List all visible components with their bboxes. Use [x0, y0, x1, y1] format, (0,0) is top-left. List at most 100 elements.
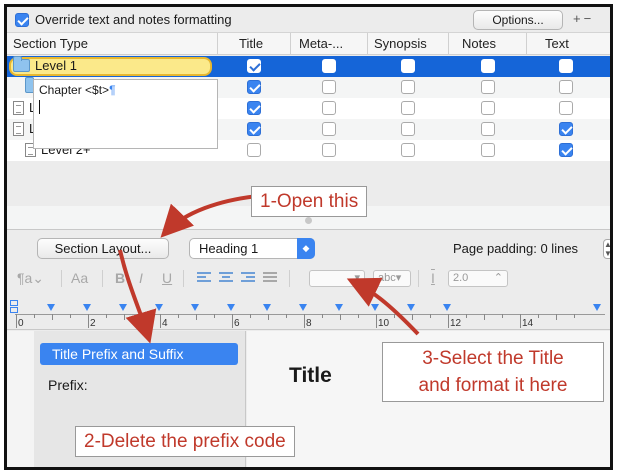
- indent-marker-icon[interactable]: [10, 300, 20, 314]
- ruler-major-tick: [232, 314, 233, 328]
- checkbox-unchecked-icon[interactable]: [559, 101, 573, 115]
- line-spacing-stepper[interactable]: 2.0 ⌃: [448, 270, 508, 287]
- ruler-label: 12: [450, 318, 462, 329]
- checkbox-unchecked-icon[interactable]: [481, 143, 495, 157]
- ruler-label: 8: [306, 318, 312, 329]
- page-padding-stepper[interactable]: ▲ ▼: [603, 239, 610, 259]
- italic-button[interactable]: I: [139, 270, 143, 286]
- checkbox-unchecked-icon[interactable]: [322, 122, 336, 136]
- checkbox-unchecked-icon[interactable]: [401, 101, 415, 115]
- checkbox-unchecked-icon[interactable]: [481, 80, 495, 94]
- checkbox-unchecked-icon[interactable]: [322, 59, 336, 73]
- col-meta[interactable]: Meta-...: [299, 36, 343, 51]
- checkbox-checked-icon[interactable]: [15, 12, 29, 27]
- ruler-minor-tick: [142, 314, 143, 318]
- tab-stop-icon[interactable]: [263, 304, 271, 311]
- title-preview-text[interactable]: Title: [289, 364, 332, 388]
- bold-button[interactable]: B: [115, 270, 125, 286]
- splitter-handle[interactable]: [305, 217, 312, 224]
- tab-stop-icon[interactable]: [407, 304, 415, 311]
- checkbox-checked-icon[interactable]: [247, 80, 261, 94]
- ruler-major-tick: [88, 314, 89, 328]
- ruler-minor-tick: [412, 314, 413, 320]
- col-synopsis[interactable]: Synopsis: [374, 36, 427, 51]
- tab-stop-icon[interactable]: [119, 304, 127, 311]
- table-row[interactable]: Level 1: [7, 56, 610, 77]
- col-text[interactable]: Text: [545, 36, 569, 51]
- ruler-major-tick: [160, 314, 161, 328]
- column-divider: [367, 33, 368, 55]
- ruler-label: 4: [162, 318, 168, 329]
- prefix-textarea[interactable]: Chapter <$t>¶: [33, 79, 218, 149]
- text-color-select[interactable]: ▾: [309, 270, 365, 287]
- override-formatting-checkbox[interactable]: Override text and notes formatting: [15, 12, 232, 27]
- options-button[interactable]: Options...: [473, 10, 563, 30]
- tab-stop-icon[interactable]: [155, 304, 163, 311]
- ruler-minor-tick: [502, 314, 503, 318]
- tab-stop-icon[interactable]: [227, 304, 235, 311]
- align-right-icon[interactable]: [241, 272, 255, 284]
- line-spacing-icon: I: [431, 270, 435, 286]
- checkbox-unchecked-icon[interactable]: [481, 122, 495, 136]
- align-left-icon[interactable]: [197, 272, 211, 284]
- checkbox-unchecked-icon[interactable]: [481, 59, 495, 73]
- section-type-text: Level 1: [35, 58, 77, 73]
- checkbox-checked-icon[interactable]: [247, 59, 261, 73]
- font-panel-icon[interactable]: Aa: [71, 270, 88, 286]
- callout-step-3: 3-Select the Title and format it here: [382, 342, 604, 402]
- page-padding-label: Page padding: 0 lines: [453, 241, 579, 256]
- paragraph-style-menu[interactable]: ¶a⌄: [17, 270, 44, 287]
- checkbox-unchecked-icon[interactable]: [401, 80, 415, 94]
- divider: [102, 270, 103, 287]
- callout-step-2: 2-Delete the prefix code: [75, 426, 295, 457]
- checkbox-unchecked-icon[interactable]: [322, 80, 336, 94]
- checkbox-unchecked-icon[interactable]: [322, 101, 336, 115]
- highlight-select[interactable]: abc▾: [373, 270, 411, 287]
- col-title[interactable]: Title: [239, 36, 263, 51]
- callout-step-3-line2: and format it here: [418, 375, 568, 396]
- ruler-minor-tick: [574, 314, 575, 318]
- underline-button[interactable]: U: [162, 270, 172, 286]
- ruler-minor-tick: [196, 314, 197, 320]
- checkbox-unchecked-icon[interactable]: [401, 59, 415, 73]
- align-center-icon[interactable]: [219, 272, 233, 284]
- tab-stop-icon[interactable]: [371, 304, 379, 311]
- divider: [183, 270, 184, 287]
- ruler[interactable]: 0 2 4 6 8 10 12 14: [7, 292, 610, 330]
- checkbox-unchecked-icon[interactable]: [401, 122, 415, 136]
- tab-stop-icon[interactable]: [47, 304, 55, 311]
- tab-stop-icon[interactable]: [299, 304, 307, 311]
- checkbox-unchecked-icon[interactable]: [559, 59, 573, 73]
- heading-style-select[interactable]: Heading 1 ◆: [189, 238, 315, 259]
- ruler-minor-tick: [322, 314, 323, 318]
- col-notes[interactable]: Notes: [462, 36, 496, 51]
- ruler-minor-tick: [52, 314, 53, 320]
- ruler-label: 6: [234, 318, 240, 329]
- ruler-minor-tick: [124, 314, 125, 320]
- tab-stop-icon[interactable]: [335, 304, 343, 311]
- checkbox-checked-icon[interactable]: [247, 122, 261, 136]
- right-indent-marker-icon[interactable]: [593, 304, 601, 311]
- ruler-minor-tick: [106, 314, 107, 318]
- checkbox-unchecked-icon[interactable]: [247, 143, 261, 157]
- section-layout-button[interactable]: Section Layout...: [37, 238, 169, 259]
- checkbox-unchecked-icon[interactable]: [481, 101, 495, 115]
- col-section-type[interactable]: Section Type: [13, 36, 88, 51]
- prefix-label: Prefix:: [48, 377, 88, 393]
- tab-stop-icon[interactable]: [83, 304, 91, 311]
- checkbox-unchecked-icon[interactable]: [559, 80, 573, 94]
- checkbox-unchecked-icon[interactable]: [322, 143, 336, 157]
- format-toolbar: Section Layout... Heading 1 ◆ Page paddi…: [7, 230, 610, 292]
- tab-stop-icon[interactable]: [443, 304, 451, 311]
- checkbox-checked-icon[interactable]: [247, 101, 261, 115]
- checkbox-unchecked-icon[interactable]: [401, 143, 415, 157]
- align-justify-icon[interactable]: [263, 272, 277, 284]
- checkbox-checked-icon[interactable]: [559, 122, 573, 136]
- pilcrow-icon: ¶: [109, 83, 116, 97]
- ruler-major-tick: [448, 314, 449, 328]
- tab-stop-icon[interactable]: [191, 304, 199, 311]
- ruler-minor-tick: [394, 314, 395, 318]
- prefix-suffix-tab[interactable]: Title Prefix and Suffix: [40, 343, 238, 365]
- ruler-minor-tick: [286, 314, 287, 318]
- checkbox-checked-icon[interactable]: [559, 143, 573, 157]
